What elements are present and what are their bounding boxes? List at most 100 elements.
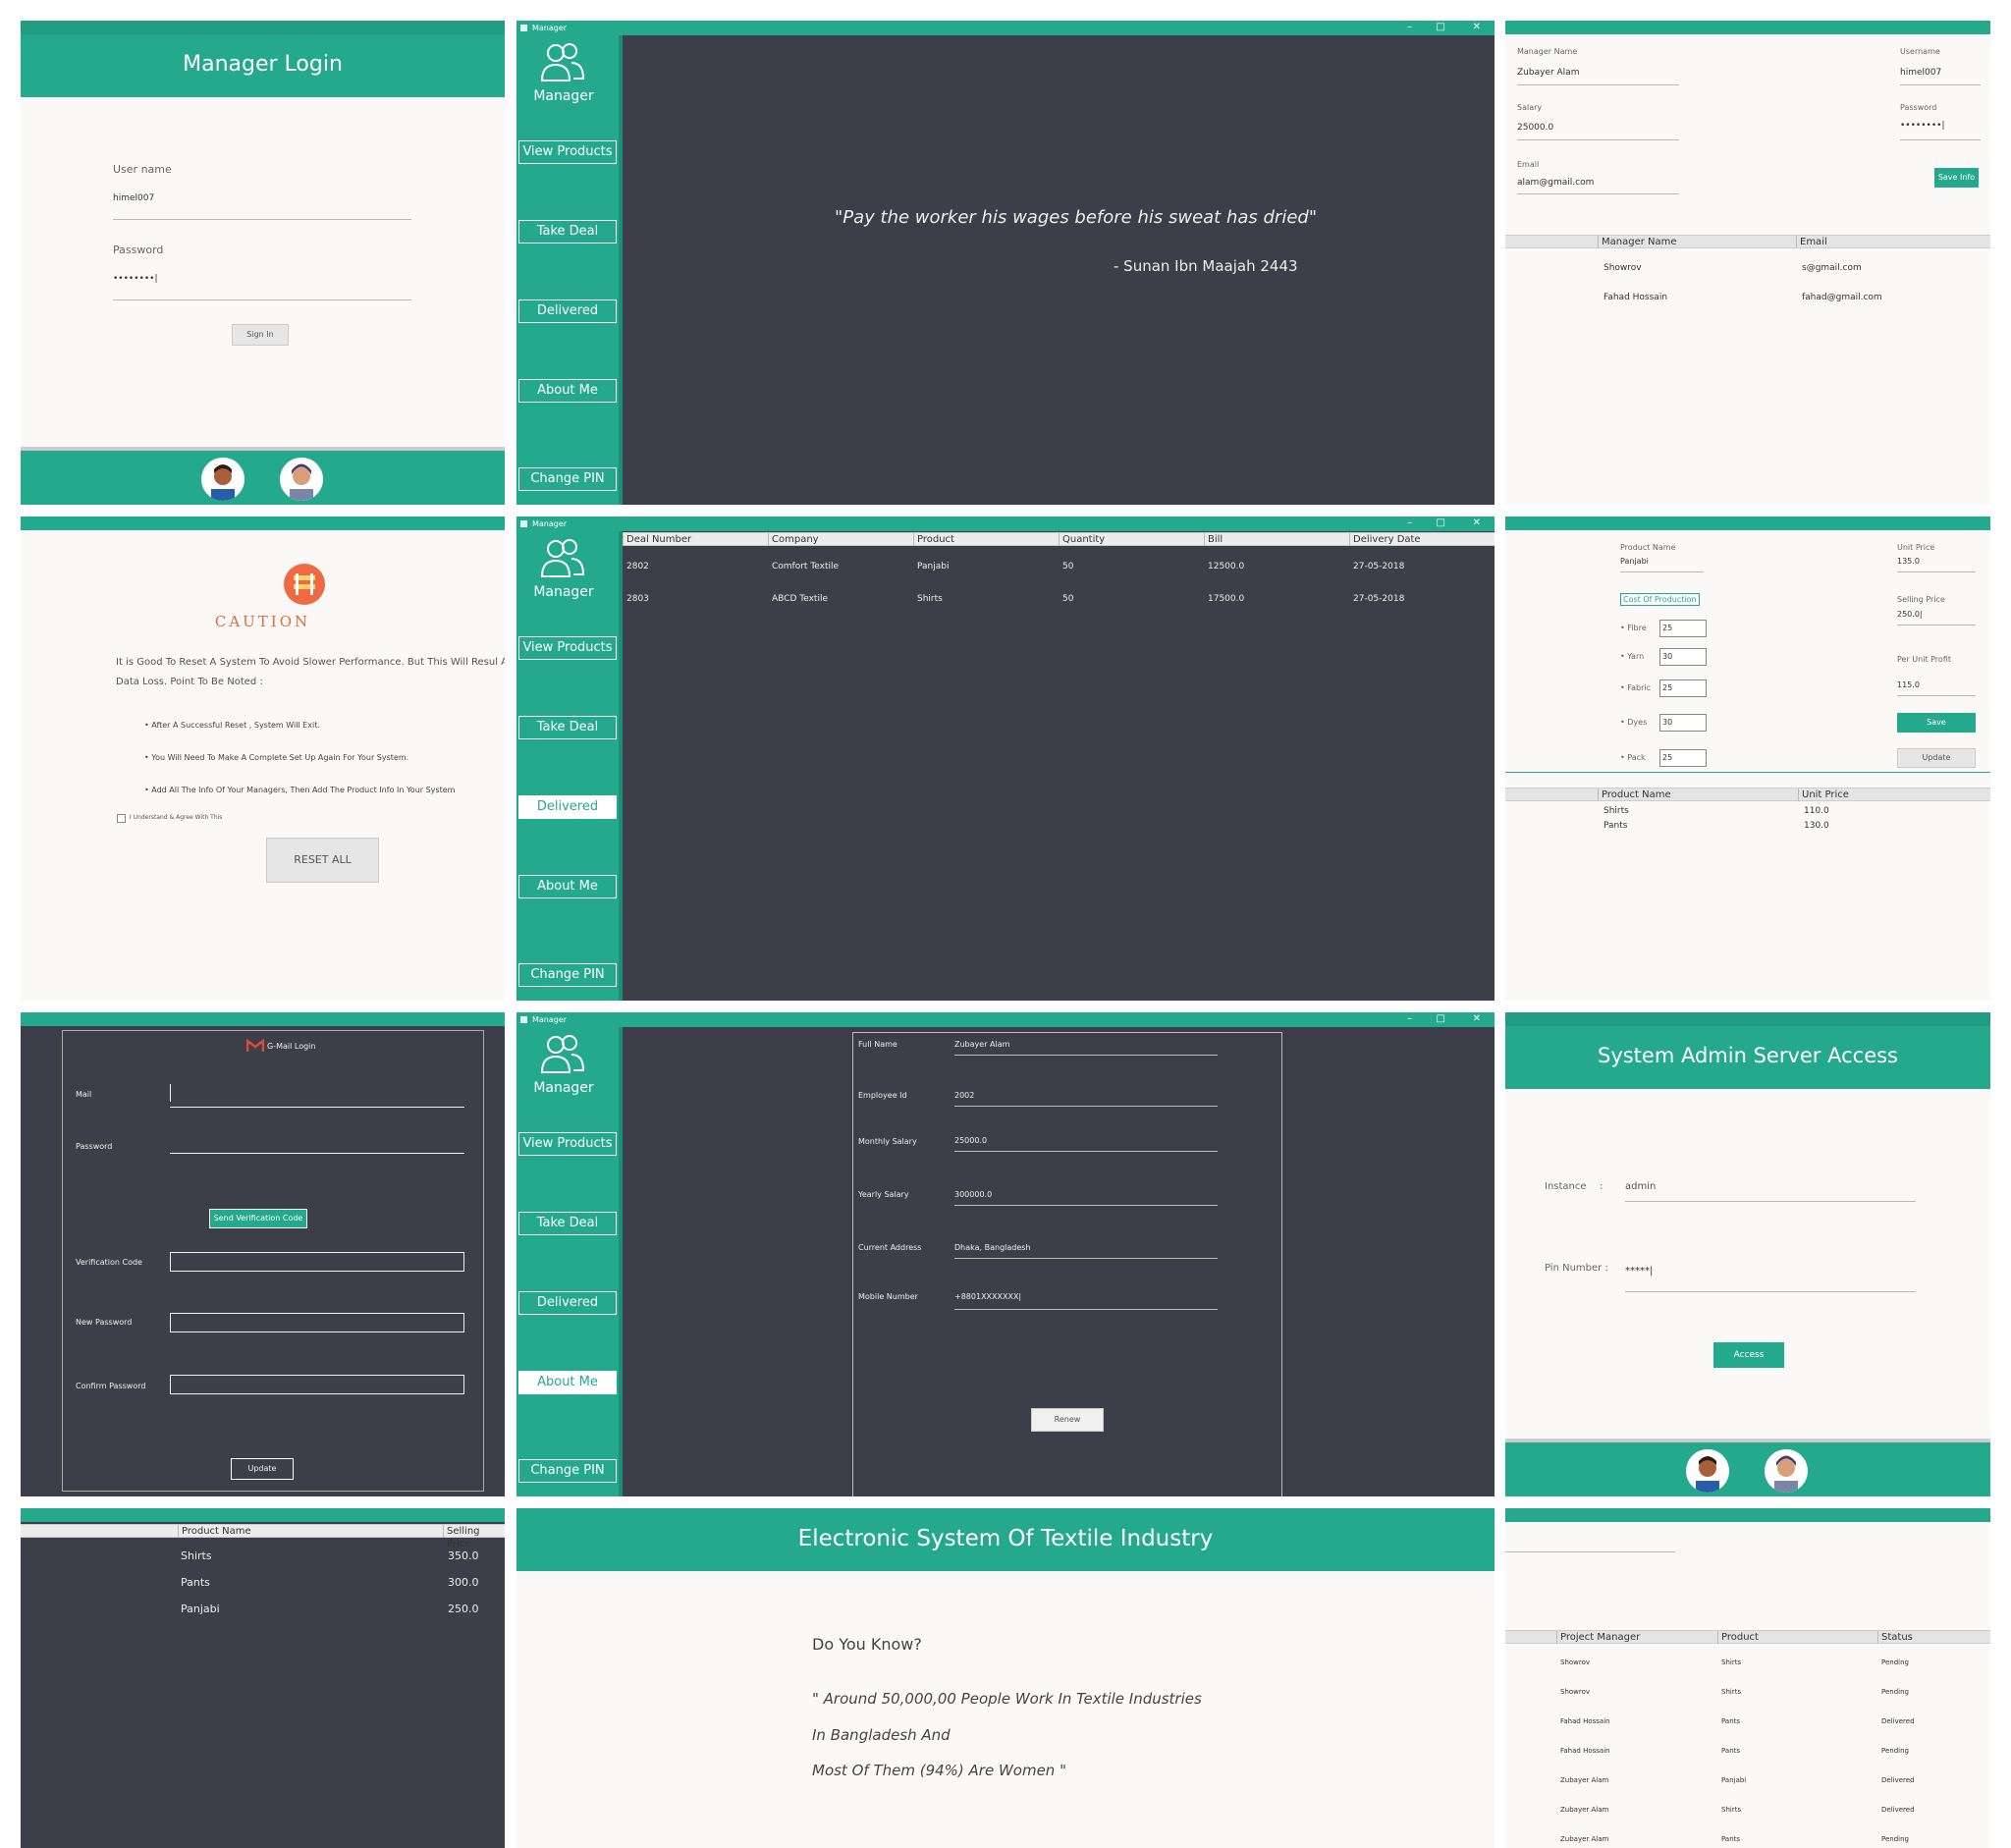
column-header[interactable]: Quantity — [1059, 533, 1204, 546]
employee-id-value[interactable]: 2002 — [954, 1091, 974, 1100]
table-cell[interactable]: 350.0 — [448, 1549, 479, 1562]
table-cell[interactable]: Pants — [181, 1576, 210, 1589]
column-header[interactable]: Status — [1877, 1631, 1990, 1644]
access-button[interactable]: Access — [1713, 1342, 1784, 1368]
column-header[interactable]: Selling Price — [443, 1525, 505, 1549]
table-cell[interactable]: Delivered — [1881, 1806, 1915, 1814]
table-cell[interactable]: Zubayer Alam — [1560, 1776, 1608, 1784]
pack-input[interactable]: 25 — [1659, 749, 1707, 767]
column-header[interactable]: Product — [1717, 1631, 1877, 1644]
salary-input[interactable]: 25000.0 — [1517, 123, 1553, 133]
table-cell[interactable]: Zubayer Alam — [1560, 1806, 1608, 1814]
table-cell[interactable]: Pants — [1721, 1747, 1740, 1755]
table-cell[interactable]: Panjabi — [181, 1603, 220, 1615]
table-cell[interactable]: s@gmail.com — [1802, 263, 1862, 273]
address-value[interactable]: Dhaka, Bangladesh — [954, 1243, 1031, 1252]
monthly-salary-value[interactable]: 25000.0 — [954, 1136, 987, 1145]
minimize-icon[interactable]: – — [1407, 1012, 1412, 1026]
password-input[interactable]: ••••••••| — [1900, 121, 1945, 131]
fabric-input[interactable]: 25 — [1659, 679, 1707, 697]
table-cell[interactable]: Shirts — [1603, 806, 1629, 816]
table-cell[interactable]: 17500.0 — [1208, 594, 1244, 604]
mail-input[interactable] — [170, 1107, 464, 1108]
table-cell[interactable]: Pants — [1603, 821, 1627, 831]
dyes-input[interactable]: 30 — [1659, 714, 1707, 732]
renew-button[interactable]: Renew — [1031, 1408, 1104, 1432]
send-verification-button[interactable]: Send Verification Code — [209, 1209, 307, 1228]
nav-delivered[interactable]: Delivered — [518, 1291, 617, 1315]
email-input[interactable]: alam@gmail.com — [1517, 178, 1594, 188]
table-cell[interactable]: Fahad Hossain — [1603, 293, 1667, 302]
sign-in-button[interactable]: Sign In — [232, 324, 289, 346]
nav-view-products[interactable]: View Products — [518, 636, 617, 660]
table-cell[interactable]: Fahad Hossain — [1560, 1717, 1610, 1725]
table-cell[interactable]: Pants — [1721, 1717, 1740, 1725]
nav-take-deal[interactable]: Take Deal — [518, 1212, 617, 1235]
nav-take-deal[interactable]: Take Deal — [518, 716, 617, 739]
nav-change-pin[interactable]: Change PIN — [518, 1459, 617, 1483]
save-button[interactable]: Save — [1897, 713, 1976, 733]
table-cell[interactable]: Delivered — [1881, 1776, 1915, 1784]
column-header[interactable]: Email — [1796, 236, 1990, 248]
column-header[interactable]: Delivery Date — [1349, 533, 1495, 546]
table-cell[interactable]: Shirts — [1721, 1806, 1741, 1814]
table-cell[interactable]: 27-05-2018 — [1353, 562, 1404, 571]
table-cell[interactable]: 2803 — [626, 594, 649, 604]
update-button[interactable]: Update — [231, 1458, 294, 1480]
instance-input[interactable]: admin — [1625, 1181, 1656, 1192]
table-cell[interactable]: Shirts — [181, 1549, 212, 1562]
minimize-icon[interactable]: – — [1407, 516, 1412, 530]
table-cell[interactable]: Zubayer Alam — [1560, 1835, 1608, 1843]
column-header[interactable]: Deal Number — [623, 533, 768, 546]
table-cell[interactable]: Delivered — [1881, 1717, 1915, 1725]
maximize-icon[interactable]: □ — [1437, 21, 1445, 34]
column-header[interactable]: Unit Price — [1798, 788, 1990, 801]
close-icon[interactable]: ✕ — [1473, 516, 1481, 530]
minimize-icon[interactable]: – — [1407, 21, 1412, 34]
table-cell[interactable]: Pending — [1881, 1658, 1909, 1666]
table-cell[interactable]: 50 — [1062, 594, 1073, 604]
nav-view-products[interactable]: View Products — [518, 1132, 617, 1156]
table-cell[interactable]: Shirts — [1721, 1688, 1741, 1696]
maximize-icon[interactable]: □ — [1437, 1012, 1445, 1026]
column-header[interactable]: Product Name — [1598, 788, 1798, 801]
full-name-value[interactable]: Zubayer Alam — [954, 1040, 1009, 1049]
table-cell[interactable]: Shirts — [917, 594, 943, 604]
table-cell[interactable]: 50 — [1062, 562, 1073, 571]
confirm-password-input[interactable] — [170, 1375, 464, 1394]
selling-price-input[interactable]: 250.0| — [1897, 610, 1923, 619]
product-name-input[interactable]: Panjabi — [1620, 557, 1649, 566]
save-info-button[interactable]: Save Info — [1934, 168, 1979, 188]
table-cell[interactable]: Panjabi — [1721, 1776, 1746, 1784]
pin-input[interactable]: *****| — [1625, 1266, 1653, 1277]
table-cell[interactable]: Fahad Hossain — [1560, 1747, 1610, 1755]
table-cell[interactable]: Shirts — [1721, 1658, 1741, 1666]
table-cell[interactable]: Pending — [1881, 1835, 1909, 1843]
table-cell[interactable]: 250.0 — [448, 1603, 479, 1615]
table-cell[interactable]: ABCD Textile — [772, 594, 828, 604]
table-cell[interactable]: Showrov — [1603, 263, 1642, 273]
search-underline[interactable] — [1505, 1551, 1675, 1552]
close-icon[interactable]: ✕ — [1473, 1012, 1481, 1026]
agree-checkbox[interactable] — [117, 814, 126, 823]
nav-view-products[interactable]: View Products — [518, 140, 617, 164]
table-cell[interactable]: Pants — [1721, 1835, 1740, 1843]
nav-delivered[interactable]: Delivered — [518, 299, 617, 323]
table-cell[interactable]: Comfort Textile — [772, 562, 839, 571]
table-cell[interactable]: Pending — [1881, 1688, 1909, 1696]
maximize-icon[interactable]: □ — [1437, 516, 1445, 530]
table-cell[interactable]: 130.0 — [1804, 821, 1829, 831]
reset-all-button[interactable]: RESET ALL — [266, 838, 379, 883]
column-header[interactable]: Project Manager — [1556, 1631, 1717, 1644]
table-cell[interactable]: 2802 — [626, 562, 649, 571]
table-cell[interactable]: 12500.0 — [1208, 562, 1244, 571]
column-header[interactable]: Product Name — [178, 1525, 443, 1538]
nav-about-me[interactable]: About Me — [518, 379, 617, 403]
nav-change-pin[interactable]: Change PIN — [518, 963, 617, 987]
mobile-value[interactable]: +8801XXXXXXX| — [954, 1292, 1021, 1301]
column-header[interactable]: Company — [768, 533, 913, 546]
unit-price-input[interactable]: 135.0 — [1897, 557, 1920, 566]
nav-delivered[interactable]: Delivered — [518, 795, 617, 819]
table-cell[interactable]: 27-05-2018 — [1353, 594, 1404, 604]
table-cell[interactable]: Showrov — [1560, 1658, 1590, 1666]
